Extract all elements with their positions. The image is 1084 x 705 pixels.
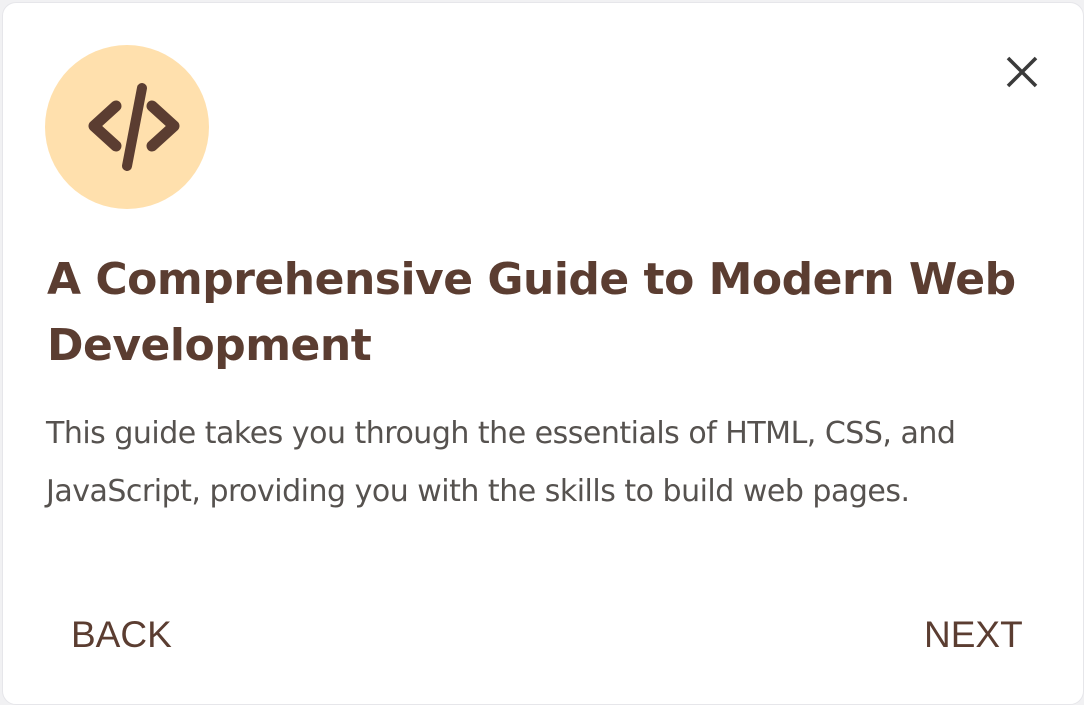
guide-dialog: A Comprehensive Guide to Modern Web Deve… — [2, 2, 1084, 705]
dialog-description: This guide takes you through the essenti… — [46, 416, 956, 509]
back-button[interactable]: BACK — [71, 608, 172, 662]
close-icon — [1006, 56, 1038, 88]
next-button[interactable]: NEXT — [924, 608, 1023, 662]
code-icon — [88, 83, 180, 171]
code-icon-badge — [45, 45, 209, 209]
close-button[interactable] — [1001, 51, 1043, 93]
dialog-title: A Comprehensive Guide to Modern Web Deve… — [47, 254, 1016, 371]
